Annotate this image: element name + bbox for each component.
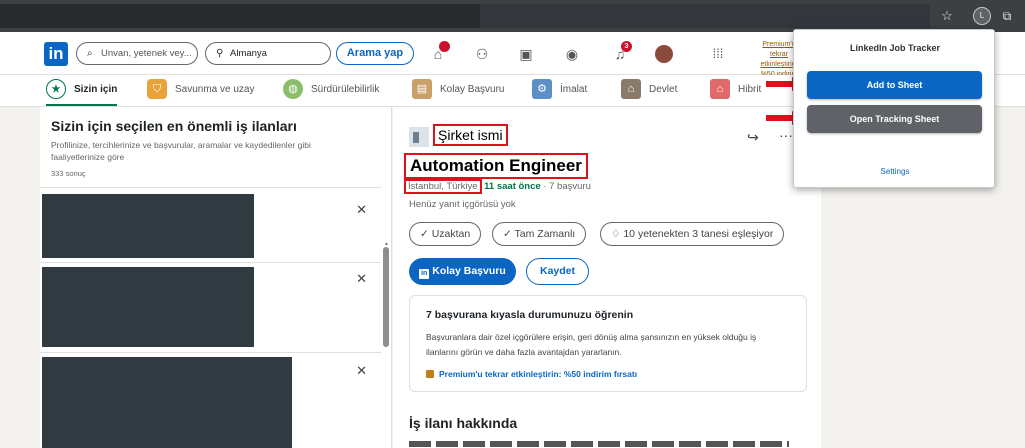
apply-label: Kolay Başvuru [432, 265, 506, 277]
settings-link[interactable]: Settings [794, 167, 996, 176]
category-label: İmalat [560, 84, 588, 95]
premium-card-link[interactable]: Premium'u tekrar etkinleştirin: %50 indi… [426, 369, 637, 379]
company-name[interactable]: Şirket ismi [433, 124, 508, 146]
home-dot [439, 41, 450, 52]
chip-fulltime[interactable]: ✓ Tam Zamanlı [492, 222, 587, 246]
redacted-block [42, 267, 254, 347]
category-surdurulebilirlik[interactable]: ◍ Sürdürülebilirlik [283, 75, 379, 106]
response-insight: Henüz yanıt içgörüsü yok [409, 199, 516, 210]
search-input[interactable]: ⌕ Unvan, yetenek vey... [76, 42, 198, 65]
notifications-badge: 3 [621, 41, 632, 52]
chip-skills[interactable]: ♢ 10 yetenekten 3 tanesi eşleşiyor [600, 222, 785, 246]
check-icon: ✓ [503, 228, 515, 240]
job-title[interactable]: Automation Engineer [404, 153, 588, 179]
about-text-clipped [409, 441, 801, 447]
browser-toolbar: ☆ L ⧉ [0, 0, 1025, 32]
jobs-icon[interactable]: ▣ [516, 44, 536, 64]
category-imalat[interactable]: ⚙ İmalat [532, 75, 587, 106]
network-icon[interactable]: ⚇ [472, 44, 492, 64]
company-logo[interactable] [409, 127, 429, 147]
redacted-block [42, 357, 292, 448]
category-label: Kolay Başvuru [440, 84, 505, 95]
extension-popup: LinkedIn Job Tracker Add to Sheet Open T… [793, 29, 995, 188]
profile-avatar[interactable]: L [973, 7, 991, 25]
check-icon: ✓ [420, 228, 432, 240]
premium-link-label: Premium'u tekrar etkinleştirin: %50 indi… [439, 369, 638, 379]
category-label: Savunma ve uzay [175, 84, 255, 95]
close-icon[interactable]: ✕ [356, 363, 367, 379]
open-tracking-sheet-button[interactable]: Open Tracking Sheet [807, 105, 982, 133]
house-icon: ⌂ [710, 79, 730, 100]
applicant-count: · 7 başvuru [543, 181, 591, 192]
address-bar-right [480, 4, 930, 28]
list-description: Profilinize, tercihlerinize ve başvurula… [51, 140, 311, 162]
scrollbar-thumb[interactable] [383, 247, 389, 347]
about-heading: İş ilanı hakkında [409, 415, 518, 431]
chip-label: 10 yetenekten 3 tanesi eşleşiyor [623, 228, 774, 240]
government-icon: ⌂ [621, 79, 641, 100]
category-kolay-basvuru[interactable]: ▤ Kolay Başvuru [412, 75, 504, 106]
job-meta: İstanbul, Türkiye 11 saat önce · 7 başvu… [404, 179, 591, 194]
premium-card-title: 7 başvurana kıyasla durumunuzu öğrenin [426, 309, 634, 321]
diamond-icon: ♢ [611, 228, 624, 240]
job-card[interactable]: ✕ [40, 352, 381, 448]
location-input[interactable]: ⚲ Almanya [205, 42, 331, 65]
job-card[interactable]: ✕ [40, 262, 381, 352]
close-icon[interactable]: ✕ [356, 271, 367, 287]
job-location: İstanbul, Türkiye [404, 179, 482, 194]
category-label: Devlet [649, 84, 678, 95]
puzzle-icon[interactable]: ⧉ [1000, 7, 1014, 25]
category-label: Hibrit [738, 84, 762, 95]
apps-grid-icon[interactable]: ⁞⁞⁞ [708, 44, 728, 64]
notifications-icon[interactable]: ♫ 3 [610, 41, 632, 64]
posted-time: 11 saat önce [484, 181, 541, 192]
premium-insight-card: 7 başvurana kıyasla durumunuzu öğrenin B… [409, 295, 807, 392]
me-avatar[interactable] [655, 45, 673, 63]
factory-icon: ⚙ [532, 79, 552, 100]
globe-icon: ◍ [283, 79, 303, 100]
job-card[interactable]: ✕ [40, 187, 381, 263]
popup-title: LinkedIn Job Tracker [849, 43, 941, 53]
home-icon[interactable]: ⌂ [428, 41, 450, 64]
job-list-panel: Sizin için seçilen en önemli iş ilanları… [40, 107, 392, 448]
results-count: 333 sonuç [51, 169, 86, 178]
category-label: Sizin için [74, 84, 118, 95]
category-devlet[interactable]: ⌂ Devlet [621, 75, 677, 106]
messaging-icon[interactable]: ◉ [562, 44, 582, 64]
category-label: Sürdürülebilirlik [311, 84, 380, 95]
shield-icon: ⛉ [147, 79, 167, 100]
easy-apply-button[interactable]: in Kolay Başvuru [409, 258, 516, 285]
search-button[interactable]: Arama yap [336, 42, 414, 65]
category-savunma[interactable]: ⛉ Savunma ve uzay [147, 75, 255, 106]
share-icon[interactable]: ↪ [747, 129, 759, 146]
linkedin-logo[interactable]: in [44, 42, 68, 66]
star-badge-icon: ★ [46, 79, 66, 100]
star-icon[interactable]: ☆ [940, 7, 954, 25]
more-options-icon[interactable]: ··· [779, 127, 793, 143]
premium-card-body: Başvuranlara dair özel içgörülere erişin… [426, 332, 757, 357]
chip-remote[interactable]: ✓ Uzaktan [409, 222, 482, 246]
premium-icon [426, 370, 434, 378]
chip-label: Tam Zamanlı [514, 228, 576, 240]
chip-label: Uzaktan [431, 228, 471, 240]
redacted-block [42, 194, 254, 258]
category-sizin-icin[interactable]: ★ Sizin için [46, 75, 118, 106]
search-icon: ⌕ [87, 48, 93, 59]
add-to-sheet-button[interactable]: Add to Sheet [807, 71, 982, 99]
location-value: Almanya [230, 48, 267, 59]
category-hibrit[interactable]: ⌂ Hibrit [710, 75, 761, 106]
location-pin-icon: ⚲ [216, 48, 224, 59]
save-button[interactable]: Kaydet [526, 258, 589, 285]
job-detail-panel: Şirket ismi ↪ ··· Automation Engineer İs… [393, 107, 821, 448]
clipboard-icon: ▤ [412, 79, 432, 100]
close-icon[interactable]: ✕ [356, 202, 367, 218]
search-placeholder: Unvan, yetenek vey... [101, 48, 192, 59]
linkedin-small-icon: in [419, 269, 430, 279]
list-title: Sizin için seçilen en önemli iş ilanları [51, 118, 297, 134]
